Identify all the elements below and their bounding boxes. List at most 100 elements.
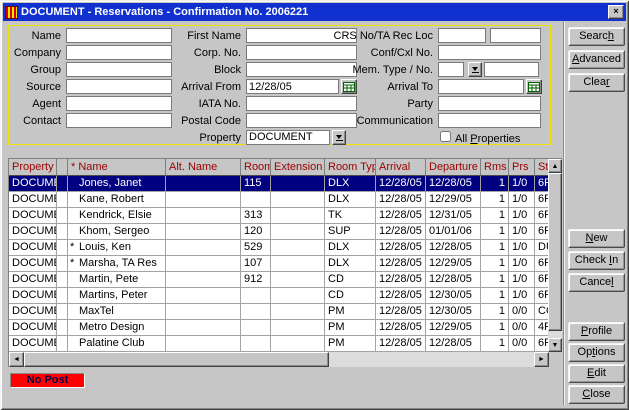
form-column-left: Name Company Group Source Agent Contact [11, 28, 172, 130]
col-header-rms[interactable]: Rms [481, 159, 509, 176]
cell-name: Martin, Pete [68, 272, 166, 288]
cell-status: 6PM [535, 208, 549, 224]
guest-name: Khom, Sergeo [79, 225, 149, 237]
first-name-label: First Name [181, 30, 246, 42]
col-header-prs[interactable]: Prs [509, 159, 535, 176]
source-input[interactable] [66, 79, 172, 94]
table-row[interactable]: DOCUME Palatine Club PM 12/28/05 12/28/0… [9, 336, 549, 352]
ta-rec-loc-input[interactable] [490, 28, 541, 43]
table-row[interactable]: DOCUME Martin, Pete 912 CD 12/28/05 12/2… [9, 272, 549, 288]
cell-extension [271, 336, 325, 352]
edit-button[interactable]: Edit [568, 364, 625, 383]
advanced-button[interactable]: Advanced [568, 50, 625, 69]
table-row[interactable]: DOCUME Metro Design PM 12/28/05 12/29/05… [9, 320, 549, 336]
agent-label: Agent [11, 98, 66, 110]
mem-no-input[interactable] [484, 62, 539, 77]
col-header-arrival[interactable]: Arrival [376, 159, 426, 176]
cancel-button[interactable]: Cancel [568, 273, 625, 292]
conf-cxl-label: Conf/Cxl No. [301, 47, 438, 59]
col-header-room[interactable]: Room [241, 159, 271, 176]
cell-property: DOCUME [9, 192, 57, 208]
agent-input[interactable] [66, 96, 172, 111]
close-button-action[interactable]: Close [568, 385, 625, 404]
col-header-status[interactable]: Sta [535, 159, 549, 176]
arrival-to-calendar-button[interactable] [526, 79, 542, 94]
vertical-scroll-thumb[interactable] [548, 173, 562, 331]
cell-arrival: 12/28/05 [376, 304, 426, 320]
cell-arrival: 12/28/05 [376, 320, 426, 336]
party-label: Party [301, 98, 438, 110]
window-title: DOCUMENT - Reservations - Confirmation N… [21, 6, 308, 18]
table-row[interactable]: DOCUME Kendrick, Elsie 313 TK 12/28/05 1… [9, 208, 549, 224]
scroll-down-icon: ▼ [552, 342, 559, 349]
new-button[interactable]: New [568, 229, 625, 248]
guest-name: Louis, Ken [79, 241, 131, 253]
mem-type-dropdown-button[interactable] [468, 62, 482, 77]
scroll-up-button[interactable]: ▲ [548, 159, 562, 173]
col-header-property[interactable]: Property [9, 159, 57, 176]
scroll-down-button[interactable]: ▼ [548, 338, 562, 352]
company-input[interactable] [66, 45, 172, 60]
cell-room: 912 [241, 272, 271, 288]
table-row[interactable]: DOCUME *Louis, Ken 529 DLX 12/28/05 12/2… [9, 240, 549, 256]
party-input[interactable] [438, 96, 541, 111]
arrival-to-input[interactable] [438, 79, 524, 94]
cell-prs: 1/0 [509, 224, 535, 240]
cell-extension [271, 304, 325, 320]
cell-departure: 12/30/05 [426, 304, 481, 320]
no-post-badge: No Post [10, 373, 85, 388]
cell-rms: 1 [481, 208, 509, 224]
cell-arrival: 12/28/05 [376, 288, 426, 304]
table-row[interactable]: DOCUME Jones, Janet 115 DLX 12/28/05 12/… [9, 176, 549, 192]
cell-room-type: DLX [325, 256, 376, 272]
col-header-alt-name[interactable]: Alt. Name [166, 159, 241, 176]
cell-room-type: CD [325, 288, 376, 304]
col-header-extension[interactable]: Extension [271, 159, 325, 176]
cell-prs: 1/0 [509, 272, 535, 288]
cell-flag [57, 240, 68, 256]
horizontal-scroll-thumb[interactable] [24, 352, 329, 367]
horizontal-scrollbar[interactable]: ◄ ► [9, 352, 549, 367]
table-row[interactable]: DOCUME Khom, Sergeo 120 SUP 12/28/05 01/… [9, 224, 549, 240]
crs-label: CRS No/TA Rec Loc [301, 30, 438, 42]
group-input[interactable] [66, 62, 172, 77]
cell-room-type: CD [325, 272, 376, 288]
conf-cxl-input[interactable] [438, 45, 541, 60]
cell-property: DOCUME [9, 336, 57, 352]
cell-room-type: DLX [325, 240, 376, 256]
all-properties-checkbox[interactable] [440, 131, 451, 142]
check-in-button[interactable]: Check In [568, 251, 625, 270]
scroll-right-button[interactable]: ► [534, 352, 549, 367]
cell-extension [271, 208, 325, 224]
clear-button[interactable]: Clear [568, 73, 625, 92]
cell-rms: 1 [481, 256, 509, 272]
cell-property: DOCUME [9, 256, 57, 272]
table-row[interactable]: DOCUME MaxTel PM 12/28/05 12/30/05 1 0/0… [9, 304, 549, 320]
vertical-scroll-track[interactable] [548, 331, 562, 338]
table-row[interactable]: DOCUME Martins, Peter CD 12/28/05 12/30/… [9, 288, 549, 304]
search-button[interactable]: Search [568, 27, 625, 46]
vertical-scrollbar[interactable]: ▲ ▼ [548, 159, 562, 352]
table-row[interactable]: DOCUME *Marsha, TA Res 107 DLX 12/28/05 … [9, 256, 549, 272]
table-row[interactable]: DOCUME Kane, Robert DLX 12/28/05 12/29/0… [9, 192, 549, 208]
col-header-departure[interactable]: Departure [426, 159, 481, 176]
name-input[interactable] [66, 28, 172, 43]
communication-input[interactable] [438, 113, 541, 128]
mem-type-input[interactable] [438, 62, 464, 77]
close-button[interactable]: × [608, 5, 624, 19]
col-header-flag[interactable] [57, 159, 68, 176]
cell-flag [57, 272, 68, 288]
guest-name: Metro Design [79, 321, 144, 333]
cell-flag [57, 176, 68, 192]
cell-room: 107 [241, 256, 271, 272]
col-header-room-type[interactable]: Room Type [325, 159, 376, 176]
contact-input[interactable] [66, 113, 172, 128]
scroll-left-button[interactable]: ◄ [9, 352, 24, 367]
cell-flag [57, 288, 68, 304]
col-header-name[interactable]: * Name [68, 159, 166, 176]
group-label: Group [11, 64, 66, 76]
crs-no-input[interactable] [438, 28, 486, 43]
profile-button[interactable]: Profile [568, 322, 625, 341]
options-button[interactable]: Options [568, 343, 625, 362]
horizontal-scroll-track[interactable] [329, 352, 534, 367]
